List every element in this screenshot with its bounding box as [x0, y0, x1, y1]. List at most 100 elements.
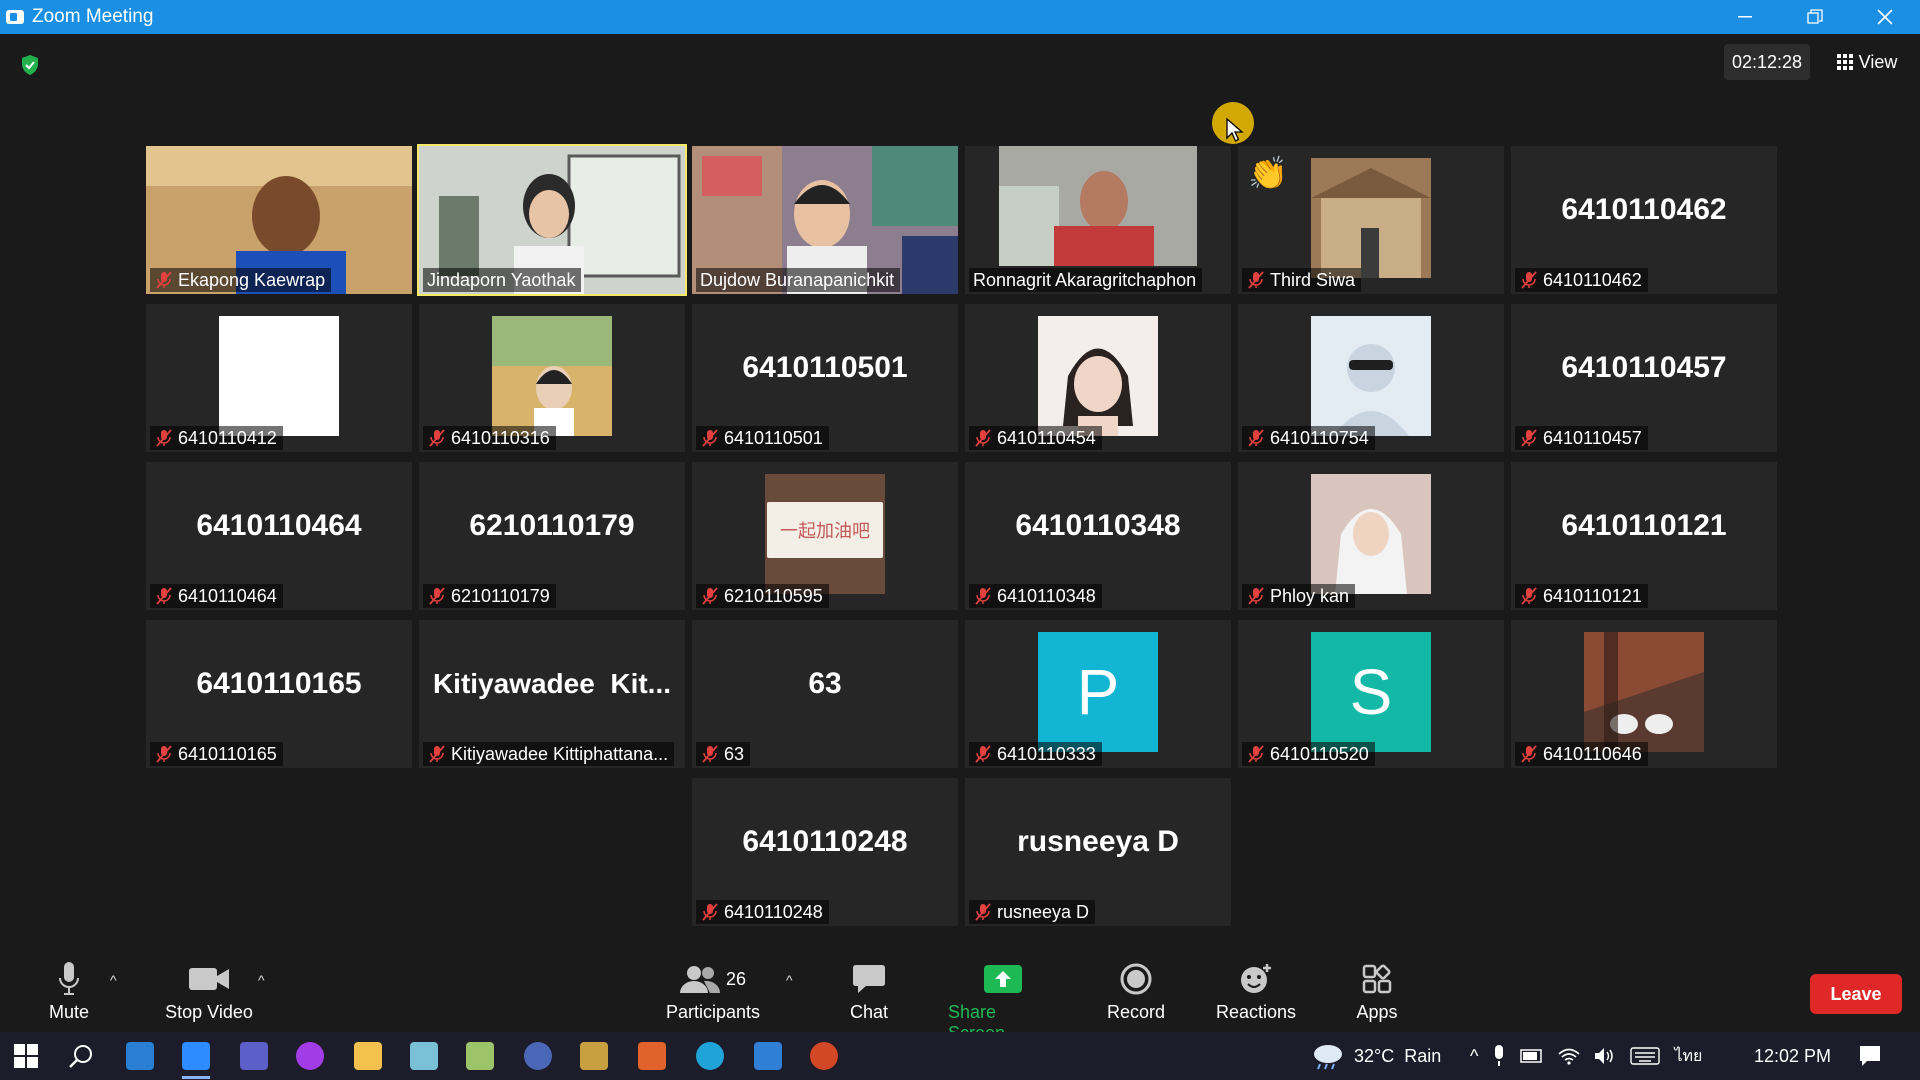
view-label: View	[1858, 51, 1898, 72]
leave-button[interactable]: Leave	[1810, 974, 1902, 1014]
participant-display-name: 6410110348	[1015, 509, 1181, 542]
video-tile[interactable]: 6410110646	[1511, 620, 1777, 768]
record-button[interactable]: Record	[1106, 960, 1166, 1023]
microphone-tray-icon[interactable]	[1492, 1045, 1506, 1067]
mic-muted-icon	[702, 745, 718, 763]
video-tile[interactable]: 6410110454	[965, 304, 1231, 452]
tray-icons: ^ ไทย	[1470, 1032, 1702, 1080]
notification-icon[interactable]	[1858, 1044, 1882, 1068]
video-tile[interactable]: Dujdow Buranapanichkit	[692, 146, 958, 294]
notes-app-icon[interactable]	[410, 1042, 438, 1070]
participant-avatar-photo	[1311, 158, 1431, 278]
edge-browser-icon[interactable]	[696, 1042, 724, 1070]
reactions-button[interactable]: Reactions	[1216, 960, 1296, 1023]
powerpoint-app-icon[interactable]	[810, 1042, 838, 1070]
zoom-taskbar-icon[interactable]	[182, 1042, 210, 1070]
restore-button[interactable]	[1780, 0, 1850, 34]
grid-view-icon	[1836, 54, 1853, 70]
video-tile[interactable]: 6410110457 6410110457	[1511, 304, 1777, 452]
participant-display-name: 6410110248	[742, 825, 908, 858]
app-icon-striped[interactable]	[524, 1042, 552, 1070]
video-tile[interactable]: 一起加油吧 6210110595	[692, 462, 958, 610]
battery-icon[interactable]	[1520, 1048, 1544, 1064]
volume-icon[interactable]	[1594, 1047, 1616, 1065]
participant-avatar-photo	[1038, 316, 1158, 436]
participant-name-label: 6210110595	[696, 584, 829, 608]
video-tile[interactable]: 6410110754	[1238, 304, 1504, 452]
video-tile[interactable]: 6410110501 6410110501	[692, 304, 958, 452]
search-icon[interactable]	[68, 1044, 94, 1070]
messenger-app-icon[interactable]	[296, 1042, 324, 1070]
video-tile[interactable]: 6410110462 6410110462	[1511, 146, 1777, 294]
mic-muted-icon	[1248, 587, 1264, 605]
mic-muted-icon	[975, 745, 991, 763]
minimize-button[interactable]	[1710, 0, 1780, 34]
apps-button[interactable]: Apps	[1354, 960, 1400, 1023]
active-app-indicator	[182, 1076, 210, 1079]
teams-app-icon[interactable]	[240, 1042, 268, 1070]
mic-muted-icon	[1248, 429, 1264, 447]
video-options-caret-icon[interactable]: ^	[258, 972, 265, 988]
participant-display-name: 6410110457	[1561, 351, 1727, 384]
video-tile[interactable]: P 6410110333	[965, 620, 1231, 768]
view-button[interactable]: View	[1826, 44, 1908, 80]
mail-app-icon[interactable]	[126, 1042, 154, 1070]
clock[interactable]: 12:02 PM	[1754, 1032, 1831, 1080]
video-camera-icon	[189, 968, 229, 990]
matlab-app-icon[interactable]	[638, 1042, 666, 1070]
video-tile[interactable]: 6410110412	[146, 304, 412, 452]
video-tile[interactable]: 6410110464 6410110464	[146, 462, 412, 610]
close-button[interactable]	[1850, 0, 1920, 34]
mic-muted-icon	[156, 745, 172, 763]
video-tile[interactable]: Ronnagrit Akaragritchaphon	[965, 146, 1231, 294]
chat-button[interactable]: Chat	[846, 960, 892, 1023]
video-tile[interactable]: 6410110165 6410110165	[146, 620, 412, 768]
stop-video-button[interactable]: Stop Video	[160, 960, 258, 1023]
video-tile[interactable]: rusneeya D rusneeya D	[965, 778, 1231, 926]
mute-button[interactable]: Mute	[44, 960, 94, 1023]
mic-muted-icon	[1521, 429, 1537, 447]
participant-name-label: 6410110412	[150, 426, 283, 450]
video-tile[interactable]: 6410110121 6410110121	[1511, 462, 1777, 610]
participants-button[interactable]: 26 Participants	[662, 960, 764, 1023]
video-tile[interactable]: 63 63	[692, 620, 958, 768]
video-tile[interactable]: 👏 Third Siwa	[1238, 146, 1504, 294]
participants-icon	[679, 966, 720, 993]
participant-display-name: 6410110462	[1561, 193, 1727, 226]
video-tile[interactable]: 6210110179 6210110179	[419, 462, 685, 610]
video-tile[interactable]: S 6410110520	[1238, 620, 1504, 768]
window-title: Zoom Meeting	[32, 6, 154, 27]
file-explorer-icon[interactable]	[354, 1042, 382, 1070]
weather-text[interactable]: 32°C Rain	[1354, 1046, 1441, 1067]
participant-name-label: 6410110646	[1515, 742, 1648, 766]
participant-name-label: 6410110520	[1242, 742, 1375, 766]
participant-name-label: Phloy kan	[1242, 584, 1356, 608]
chevron-up-icon[interactable]: ^	[1470, 1046, 1478, 1067]
audio-options-caret-icon[interactable]: ^	[110, 972, 117, 988]
video-tile[interactable]: 6410110316	[419, 304, 685, 452]
video-tile[interactable]: Ekapong Kaewrap	[146, 146, 412, 294]
weather-rain-icon	[1314, 1045, 1342, 1070]
meeting-timer: 02:12:28	[1724, 44, 1810, 80]
title-bar: Zoom Meeting	[0, 0, 1920, 34]
participant-avatar-photo	[219, 316, 339, 436]
video-tile[interactable]: 6410110348 6410110348	[965, 462, 1231, 610]
video-tile[interactable]: 6410110248 6410110248	[692, 778, 958, 926]
participants-options-caret-icon[interactable]: ^	[786, 972, 793, 988]
mic-muted-icon	[702, 587, 718, 605]
security-shield-icon[interactable]	[20, 54, 40, 76]
participant-name-label: 6210110179	[423, 584, 556, 608]
video-tile[interactable]: Phloy kan	[1238, 462, 1504, 610]
wifi-icon[interactable]	[1558, 1047, 1580, 1065]
mic-muted-icon	[1521, 587, 1537, 605]
photos-app-icon[interactable]	[754, 1042, 782, 1070]
windows-start-icon[interactable]	[14, 1044, 38, 1068]
video-tile-active-speaker[interactable]: Jindaporn Yaothak	[417, 144, 687, 296]
language-indicator[interactable]: ไทย	[1674, 1044, 1702, 1069]
keyboard-icon[interactable]	[1630, 1047, 1661, 1065]
video-tile[interactable]: Kitiyawadee Kit... Kitiyawadee Kittiphat…	[419, 620, 685, 768]
mic-muted-icon	[156, 429, 172, 447]
participant-display-name: 6410110501	[742, 351, 908, 384]
notepad-app-icon[interactable]	[466, 1042, 494, 1070]
pen-app-icon[interactable]	[580, 1042, 608, 1070]
